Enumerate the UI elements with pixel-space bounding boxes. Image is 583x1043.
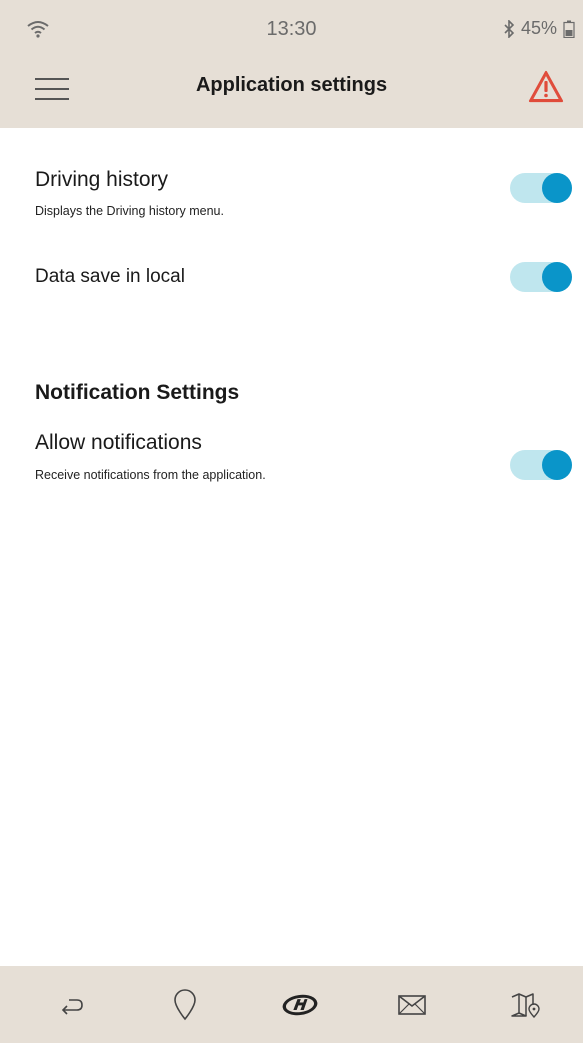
back-arrow-icon[interactable] <box>52 986 92 1024</box>
page-title: Application settings <box>195 74 388 96</box>
setting-title: Driving history <box>35 168 169 191</box>
setting-allow-notifications: Allow notifications Receive notification… <box>0 425 583 495</box>
data-save-local-toggle[interactable] <box>510 262 572 292</box>
setting-data-save-local: Data save in local <box>0 258 583 298</box>
setting-title: Allow notifications <box>35 431 202 454</box>
app-header: Application settings <box>0 50 583 128</box>
battery-percent: 45% <box>520 18 557 38</box>
section-title-notifications: Notification Settings <box>35 381 240 404</box>
driving-history-toggle[interactable] <box>510 173 572 203</box>
warning-triangle-icon[interactable] <box>528 70 564 104</box>
battery-icon <box>563 20 575 38</box>
toggle-knob <box>542 450 572 480</box>
toggle-knob <box>542 262 572 292</box>
map-icon[interactable] <box>505 986 545 1024</box>
status-right: 45% <box>503 18 575 39</box>
status-time: 13:30 <box>266 18 317 40</box>
mail-icon[interactable] <box>392 986 432 1024</box>
setting-driving-history: Driving history Displays the Driving his… <box>0 160 583 230</box>
allow-notifications-toggle[interactable] <box>510 450 572 480</box>
bluetooth-icon <box>504 19 515 38</box>
app-screen: 13:30 45% Application settings Driving h… <box>0 0 583 1043</box>
status-bar: 13:30 45% <box>0 0 583 50</box>
hyundai-logo-icon[interactable] <box>280 986 320 1024</box>
bottom-nav <box>0 966 583 1043</box>
location-pin-icon[interactable] <box>165 986 205 1024</box>
setting-title: Data save in local <box>35 266 185 287</box>
setting-description: Displays the Driving history menu. <box>35 204 224 218</box>
setting-description: Receive notifications from the applicati… <box>35 468 266 482</box>
toggle-knob <box>542 173 572 203</box>
